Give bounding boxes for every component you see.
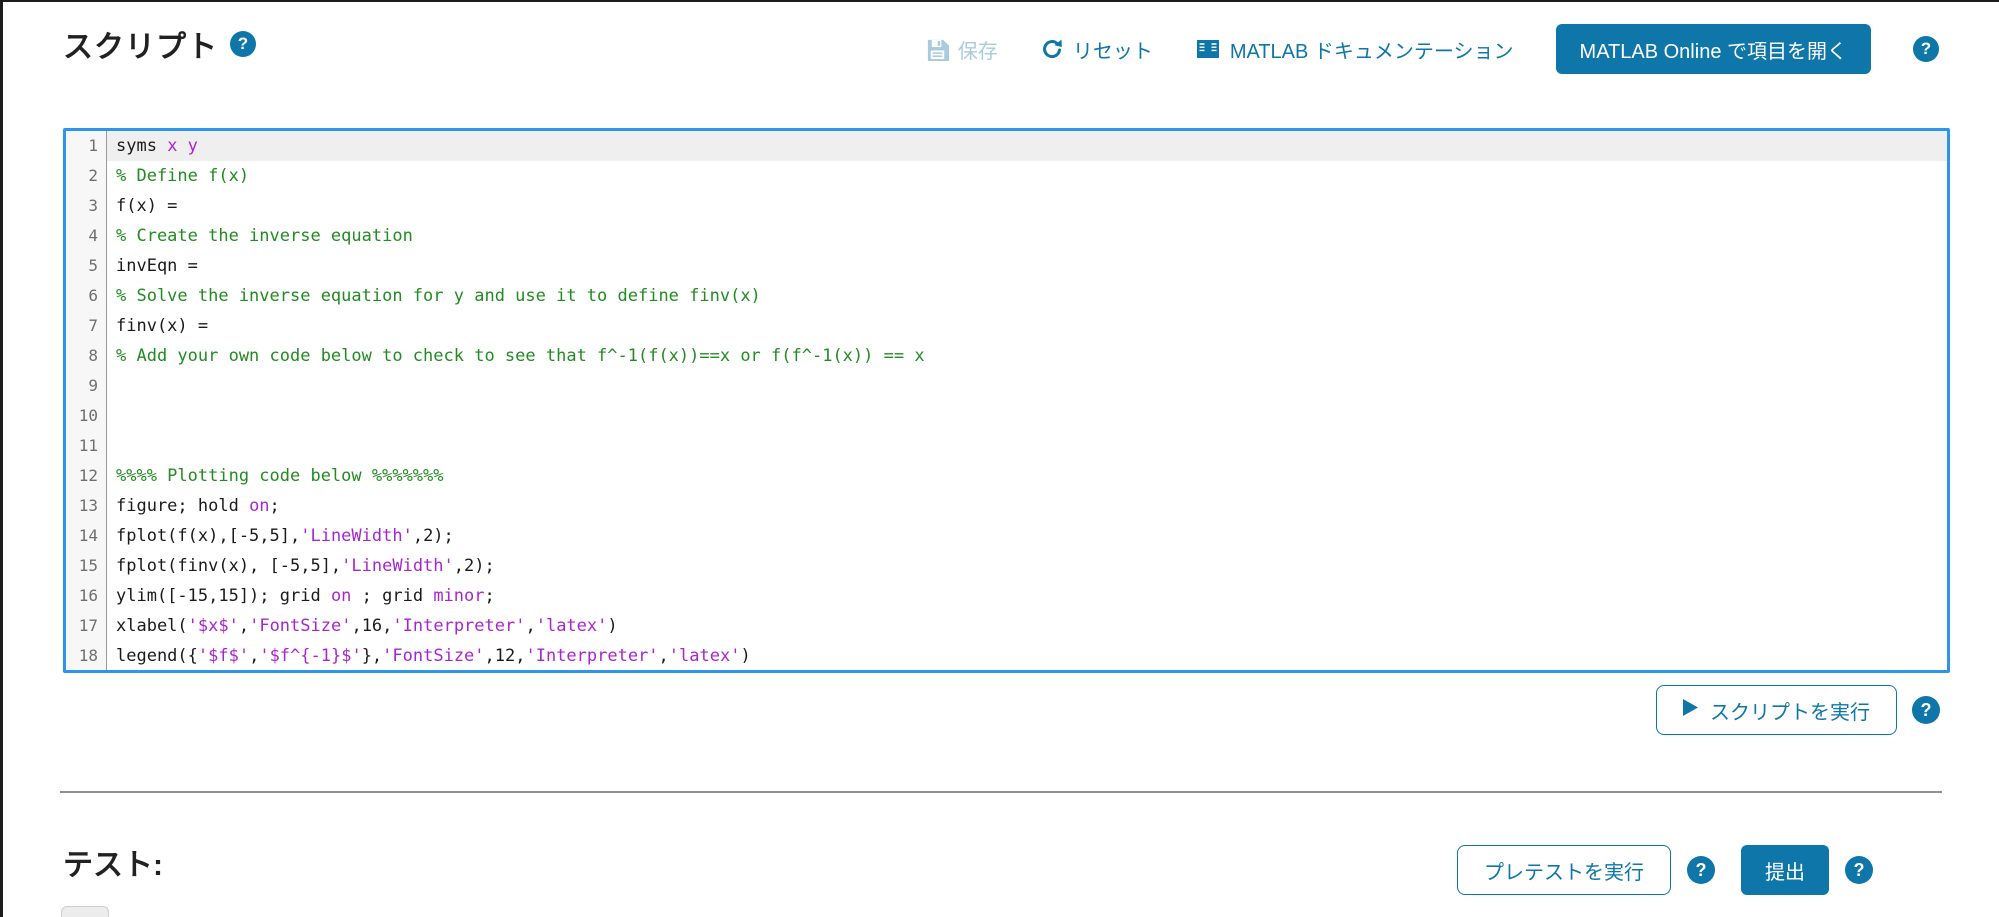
matlab-documentation-label: MATLAB ドキュメンテーション (1230, 35, 1514, 64)
run-script-help-icon[interactable]: ? (1912, 696, 1940, 724)
test-panel-edge (61, 906, 109, 917)
line-number: 13 (66, 491, 107, 521)
code-text: invEqn = (107, 251, 1947, 281)
code-line[interactable]: 18legend({'$f$','$f^{-1}$'},'FontSize',1… (66, 641, 1947, 671)
line-number: 17 (66, 611, 107, 641)
submit-button[interactable]: 提出 (1741, 845, 1829, 895)
code-text: % Add your own code below to check to se… (107, 341, 1947, 371)
code-line[interactable]: 17xlabel('$x$','FontSize',16,'Interprete… (66, 611, 1947, 641)
code-lines: 1syms x y2% Define f(x)3f(x) =4% Create … (66, 131, 1947, 671)
line-number: 2 (66, 161, 107, 191)
code-text: f(x) = (107, 191, 1947, 221)
code-text: finv(x) = (107, 311, 1947, 341)
script-code-editor[interactable]: 1syms x y2% Define f(x)3f(x) =4% Create … (63, 128, 1950, 673)
code-text: fplot(finv(x), [-5,5],'LineWidth',2); (107, 551, 1947, 581)
line-number: 3 (66, 191, 107, 221)
line-number: 9 (66, 371, 107, 401)
run-pretest-label: プレテストを実行 (1484, 856, 1644, 885)
line-number: 18 (66, 641, 107, 671)
matlab-documentation-button[interactable]: MATLAB ドキュメンテーション (1195, 35, 1514, 64)
code-line[interactable]: 4% Create the inverse equation (66, 221, 1947, 251)
line-number: 1 (66, 131, 107, 161)
code-line[interactable]: 3f(x) = (66, 191, 1947, 221)
run-script-button[interactable]: スクリプトを実行 (1656, 685, 1897, 735)
save-label: 保存 (958, 35, 998, 64)
code-line[interactable]: 8% Add your own code below to check to s… (66, 341, 1947, 371)
code-text: %%%% Plotting code below %%%%%%% (107, 461, 1947, 491)
run-script-label: スクリプトを実行 (1710, 696, 1870, 725)
reset-refresh-icon (1040, 37, 1064, 61)
book-icon (1195, 37, 1221, 61)
code-text: % Create the inverse equation (107, 221, 1947, 251)
code-line[interactable]: 2% Define f(x) (66, 161, 1947, 191)
reset-button[interactable]: リセット (1040, 35, 1153, 64)
code-line[interactable]: 11 (66, 431, 1947, 461)
code-line[interactable]: 14fplot(f(x),[-5,5],'LineWidth',2); (66, 521, 1947, 551)
code-line[interactable]: 1syms x y (66, 131, 1947, 161)
submit-help-icon[interactable]: ? (1845, 856, 1873, 884)
code-text: figure; hold on; (107, 491, 1947, 521)
line-number: 10 (66, 401, 107, 431)
code-line[interactable]: 7finv(x) = (66, 311, 1947, 341)
page-title: スクリプト (63, 22, 218, 66)
line-number: 4 (66, 221, 107, 251)
run-pretest-button[interactable]: プレテストを実行 (1457, 845, 1671, 895)
code-line[interactable]: 15fplot(finv(x), [-5,5],'LineWidth',2); (66, 551, 1947, 581)
code-text: ylim([-15,15]); grid on ; grid minor; (107, 581, 1947, 611)
save-button[interactable]: 保存 (926, 35, 998, 64)
code-text: xlabel('$x$','FontSize',16,'Interpreter'… (107, 611, 1947, 641)
toolbar: 保存 リセット MATLAB ドキュメンテーション (926, 18, 1939, 80)
save-floppy-icon (926, 38, 949, 61)
pretest-help-icon[interactable]: ? (1687, 856, 1715, 884)
code-line[interactable]: 13figure; hold on; (66, 491, 1947, 521)
tests-heading: テスト: (63, 840, 163, 884)
matlab-grader-script-panel: スクリプト ? 保存 (0, 0, 1999, 917)
code-line[interactable]: 12%%%% Plotting code below %%%%%%% (66, 461, 1947, 491)
open-matlab-online-label: MATLAB Online で項目を開く (1580, 35, 1847, 64)
line-number: 12 (66, 461, 107, 491)
code-text: % Solve the inverse equation for y and u… (107, 281, 1947, 311)
script-help-icon[interactable]: ? (230, 31, 256, 57)
code-text (107, 401, 1947, 431)
code-text: fplot(f(x),[-5,5],'LineWidth',2); (107, 521, 1947, 551)
code-text (107, 371, 1947, 401)
code-line[interactable]: 10 (66, 401, 1947, 431)
line-number: 16 (66, 581, 107, 611)
matlab-online-help-icon[interactable]: ? (1913, 36, 1939, 62)
play-icon (1683, 699, 1698, 722)
line-number: 5 (66, 251, 107, 281)
section-divider (60, 791, 1942, 793)
line-number: 15 (66, 551, 107, 581)
line-number: 14 (66, 521, 107, 551)
code-line[interactable]: 9 (66, 371, 1947, 401)
code-text: syms x y (107, 131, 1947, 161)
code-text: legend({'$f$','$f^{-1}$'},'FontSize',12,… (107, 641, 1947, 671)
code-line[interactable]: 6% Solve the inverse equation for y and … (66, 281, 1947, 311)
open-matlab-online-button[interactable]: MATLAB Online で項目を開く (1556, 24, 1871, 74)
line-number: 8 (66, 341, 107, 371)
code-text: % Define f(x) (107, 161, 1947, 191)
line-number: 7 (66, 311, 107, 341)
submit-label: 提出 (1765, 856, 1805, 885)
code-line[interactable]: 5invEqn = (66, 251, 1947, 281)
code-text (107, 431, 1947, 461)
line-number: 6 (66, 281, 107, 311)
line-number: 11 (66, 431, 107, 461)
reset-label: リセット (1073, 35, 1153, 64)
code-line[interactable]: 16ylim([-15,15]); grid on ; grid minor; (66, 581, 1947, 611)
